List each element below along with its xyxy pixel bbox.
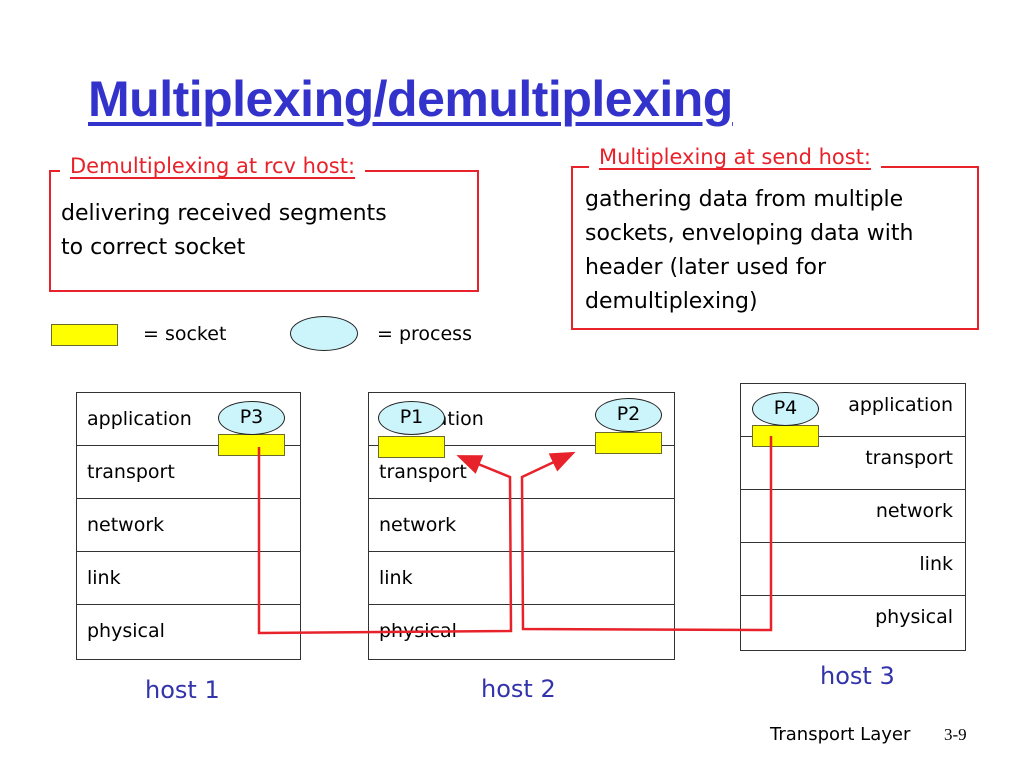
socket-p3 — [218, 434, 285, 456]
layer-link: link — [741, 543, 965, 596]
socket-p4 — [752, 425, 819, 447]
layer-network: network — [369, 499, 674, 552]
host-2-label: host 2 — [481, 675, 556, 703]
mux-callout-body: gathering data from multiple sockets, en… — [585, 187, 914, 314]
layer-network: network — [77, 499, 300, 552]
process-p2: P2 — [595, 398, 662, 432]
process-p4: P4 — [752, 392, 819, 426]
layer-link: link — [369, 552, 674, 605]
slide-title: Multiplexing/demultiplexing — [88, 71, 733, 127]
layer-physical: physical — [875, 606, 953, 628]
layer-network: network — [741, 490, 965, 543]
mux-callout-label: Multiplexing at send host: — [589, 145, 881, 169]
legend-socket-icon — [51, 324, 118, 346]
process-p1: P1 — [378, 401, 445, 435]
legend-process-icon — [290, 316, 358, 351]
host-3-label: host 3 — [820, 662, 895, 690]
demux-callout-label: Demultiplexing at rcv host: — [60, 154, 366, 178]
layer-physical: physical — [379, 620, 457, 642]
footer-section: Transport Layer — [770, 724, 911, 745]
socket-p1 — [378, 436, 445, 458]
footer-page-number: 3-9 — [944, 725, 967, 744]
legend-process-label: = process — [377, 323, 472, 345]
host-1-label: host 1 — [145, 676, 220, 704]
demux-callout-body: delivering received segments to correct … — [61, 201, 387, 260]
layer-physical: physical — [87, 620, 165, 642]
layer-link: link — [77, 552, 300, 605]
socket-p2 — [595, 432, 662, 454]
process-p3: P3 — [218, 401, 285, 435]
legend-socket-label: = socket — [143, 323, 227, 345]
